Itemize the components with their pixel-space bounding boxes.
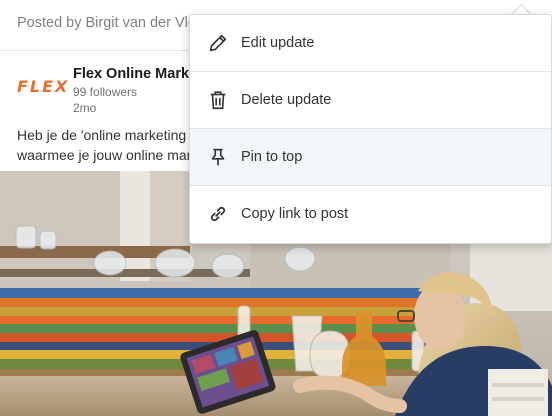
menu-item-label: Delete update bbox=[241, 92, 332, 108]
menu-item-label: Pin to top bbox=[241, 149, 303, 165]
menu-item-edit-update[interactable]: Edit update bbox=[190, 15, 551, 71]
menu-item-delete-update[interactable]: Delete update bbox=[190, 72, 551, 128]
pin-icon bbox=[207, 146, 229, 168]
company-logo[interactable]: FLEX bbox=[17, 77, 67, 97]
menu-item-copy-link[interactable]: Copy link to post bbox=[190, 186, 551, 242]
trash-icon bbox=[207, 89, 229, 111]
post-time: 2mo bbox=[73, 101, 97, 115]
company-followers: 99 followers bbox=[73, 85, 138, 99]
post-options-menu: Edit update Delete update Pin to top Cop… bbox=[189, 14, 552, 244]
pencil-icon bbox=[207, 32, 229, 54]
link-icon bbox=[207, 203, 229, 225]
menu-item-label: Copy link to post bbox=[241, 206, 349, 222]
menu-item-pin-to-top[interactable]: Pin to top bbox=[190, 129, 551, 185]
menu-item-label: Edit update bbox=[241, 35, 315, 51]
